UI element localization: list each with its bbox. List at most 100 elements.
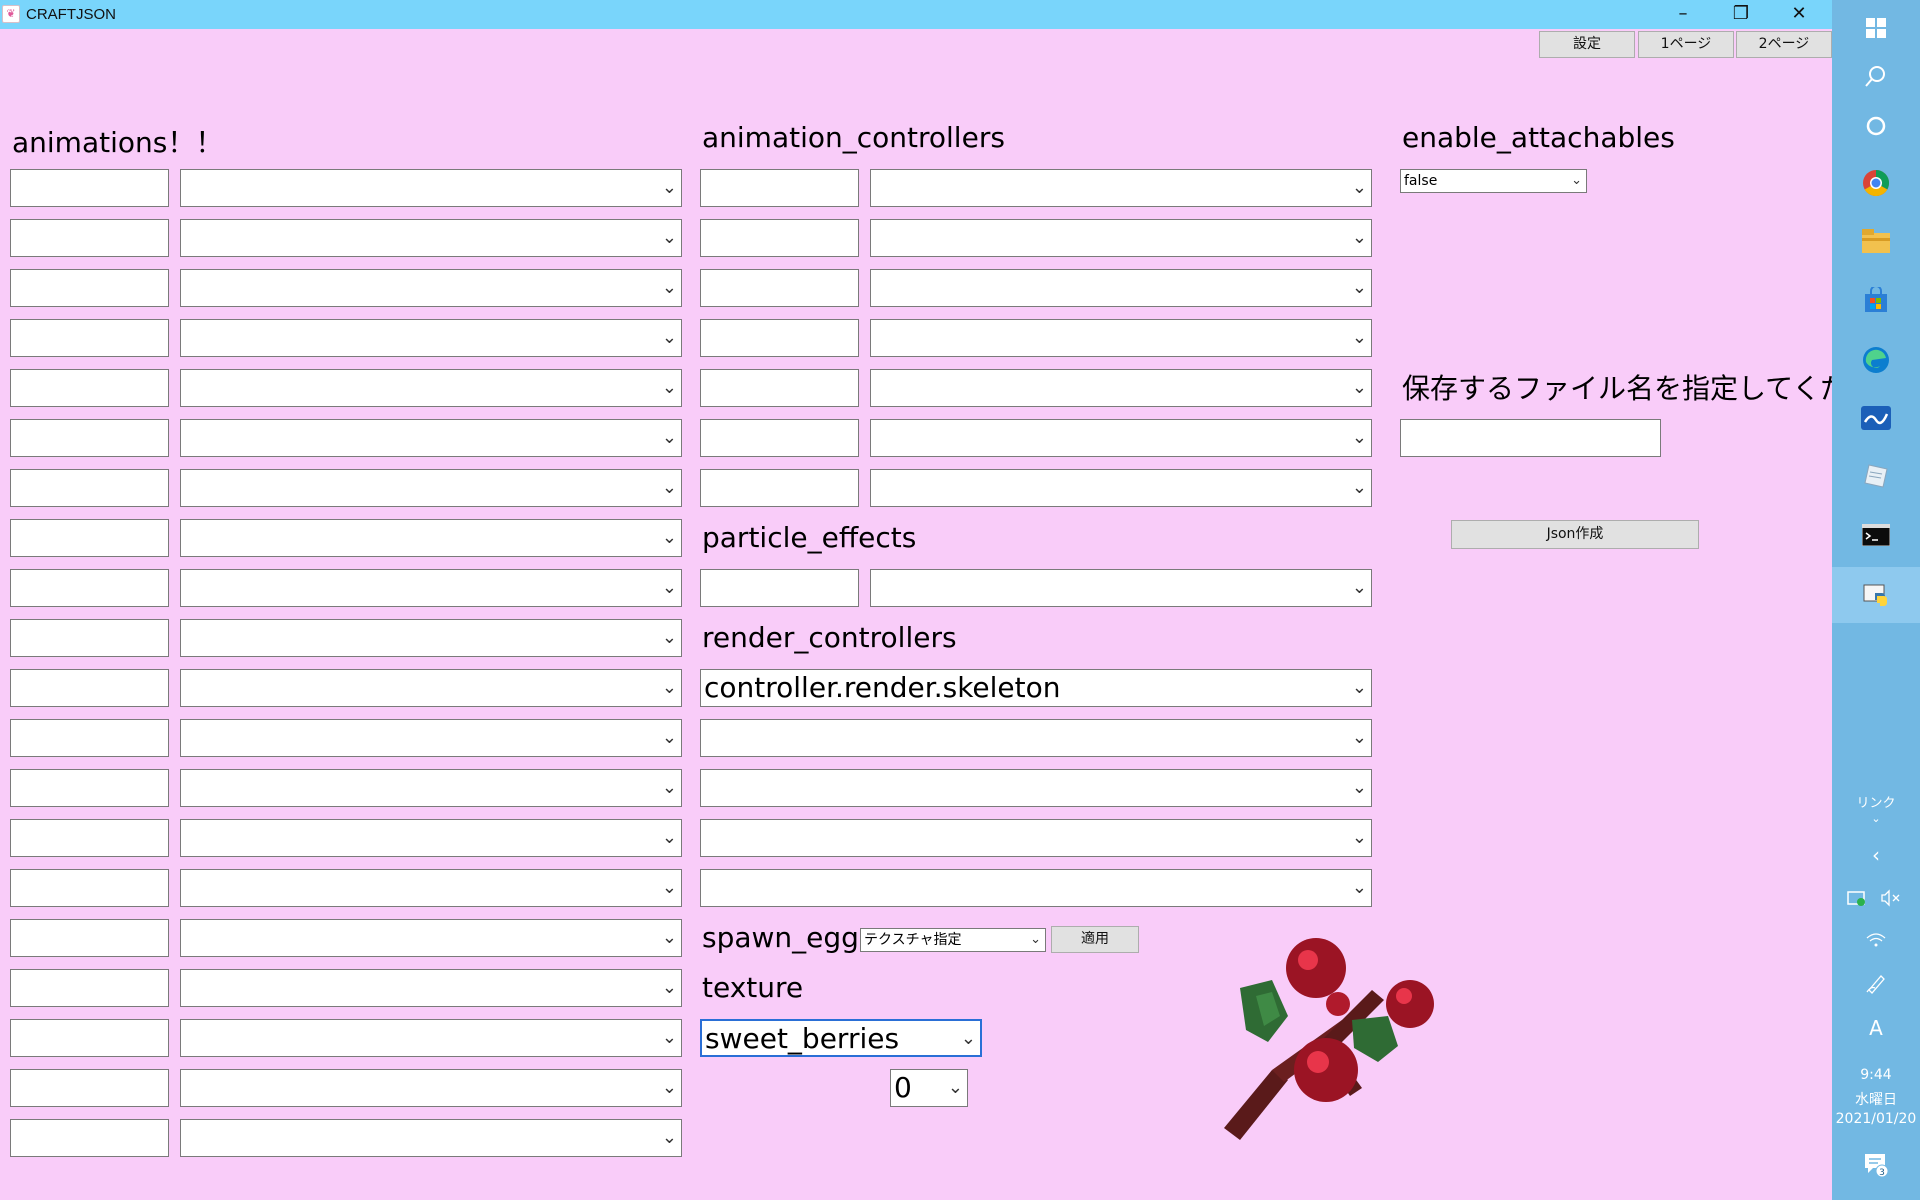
texture-index-select[interactable]: 0 ⌄ — [890, 1069, 968, 1107]
animation-key-input[interactable] — [10, 419, 169, 457]
animation-select[interactable]: ⌄ — [180, 369, 682, 407]
animation-key-input[interactable] — [10, 619, 169, 657]
animation-select[interactable]: ⌄ — [180, 569, 682, 607]
render-controller-select-5[interactable]: ⌄ — [700, 869, 1372, 907]
animation-select[interactable]: ⌄ — [180, 869, 682, 907]
animation-select[interactable]: ⌄ — [180, 1119, 682, 1157]
animation-select[interactable]: ⌄ — [180, 919, 682, 957]
render-controller-select-2[interactable]: ⌄ — [700, 719, 1372, 757]
chrome-icon[interactable] — [1832, 155, 1920, 211]
animation-controller-select[interactable]: ⌄ — [870, 269, 1372, 307]
store-icon[interactable] — [1832, 272, 1920, 328]
settings-button[interactable]: 設定 — [1539, 31, 1635, 58]
animation-controller-select[interactable]: ⌄ — [870, 469, 1372, 507]
chevron-down-icon: ⌄ — [661, 1077, 677, 1098]
animation-key-input[interactable] — [10, 819, 169, 857]
animation-controller-key-input[interactable] — [700, 219, 859, 257]
particle-effect-key-input[interactable] — [700, 569, 859, 607]
render-controller-select-1[interactable]: controller.render.skeleton ⌄ — [700, 669, 1372, 707]
chevron-down-icon: ⌄ — [1351, 677, 1367, 698]
chevron-down-icon: ⌄ — [661, 827, 677, 848]
chevron-double-down-icon[interactable]: ⌄ — [1832, 812, 1920, 825]
animation-key-input[interactable] — [10, 469, 169, 507]
animation-select[interactable]: ⌄ — [180, 219, 682, 257]
animation-key-input[interactable] — [10, 219, 169, 257]
animation-key-input[interactable] — [10, 369, 169, 407]
animation-select[interactable]: ⌄ — [180, 519, 682, 557]
animation-select[interactable]: ⌄ — [180, 319, 682, 357]
clock-date[interactable]: 2021/01/20 — [1832, 1111, 1920, 1127]
apply-button[interactable]: 適用 — [1051, 926, 1139, 953]
spawn-egg-heading: spawn_egg — [702, 921, 859, 954]
animation-key-input[interactable] — [10, 319, 169, 357]
page2-button[interactable]: 2ページ — [1736, 31, 1832, 58]
animation-controller-key-input[interactable] — [700, 169, 859, 207]
file-explorer-icon[interactable] — [1832, 213, 1920, 269]
animation-controller-key-input[interactable] — [700, 419, 859, 457]
python-icon[interactable] — [1832, 567, 1920, 623]
animation-controller-key-input[interactable] — [700, 469, 859, 507]
cortana-icon[interactable] — [1832, 98, 1920, 154]
filename-input[interactable] — [1400, 419, 1661, 457]
animation-select[interactable]: ⌄ — [180, 1069, 682, 1107]
animation-controller-select[interactable]: ⌄ — [870, 169, 1372, 207]
animation-select[interactable]: ⌄ — [180, 819, 682, 857]
minimize-button[interactable]: – — [1654, 0, 1712, 29]
animation-select[interactable]: ⌄ — [180, 269, 682, 307]
render-controller-select-4[interactable]: ⌄ — [700, 819, 1372, 857]
links-label[interactable]: リンク — [1832, 792, 1920, 811]
animation-key-input[interactable] — [10, 719, 169, 757]
animation-select[interactable]: ⌄ — [180, 969, 682, 1007]
json-create-button[interactable]: Json作成 — [1451, 520, 1699, 549]
animation-controller-key-input[interactable] — [700, 269, 859, 307]
notification-center-icon[interactable]: 3 — [1832, 1136, 1920, 1192]
animation-key-input[interactable] — [10, 969, 169, 1007]
animation-key-input[interactable] — [10, 669, 169, 707]
animation-controller-select[interactable]: ⌄ — [870, 219, 1372, 257]
notepad-icon[interactable] — [1832, 448, 1920, 504]
animation-key-input[interactable] — [10, 1069, 169, 1107]
animation-select[interactable]: ⌄ — [180, 669, 682, 707]
animation-controller-select[interactable]: ⌄ — [870, 319, 1372, 357]
page1-button[interactable]: 1ページ — [1638, 31, 1734, 58]
animation-key-input[interactable] — [10, 269, 169, 307]
animation-select[interactable]: ⌄ — [180, 419, 682, 457]
close-button[interactable]: ✕ — [1770, 0, 1828, 29]
animation-key-input[interactable] — [10, 769, 169, 807]
animation-key-input[interactable] — [10, 519, 169, 557]
texture-select[interactable]: sweet_berries ⌄ — [700, 1019, 982, 1057]
whiteboard-icon[interactable] — [1832, 390, 1920, 446]
clock-time[interactable]: 9:44 — [1832, 1067, 1920, 1083]
animation-key-input[interactable] — [10, 869, 169, 907]
terminal-icon[interactable] — [1832, 507, 1920, 563]
animation-select[interactable]: ⌄ — [180, 169, 682, 207]
animation-select[interactable]: ⌄ — [180, 1019, 682, 1057]
edge-icon[interactable] — [1832, 332, 1920, 388]
animation-controller-key-input[interactable] — [700, 369, 859, 407]
animation-key-input[interactable] — [10, 919, 169, 957]
animation-select[interactable]: ⌄ — [180, 769, 682, 807]
animation-select[interactable]: ⌄ — [180, 619, 682, 657]
animation-key-input[interactable] — [10, 569, 169, 607]
animation-controller-select[interactable]: ⌄ — [870, 419, 1372, 457]
particle-effect-select[interactable]: ⌄ — [870, 569, 1372, 607]
chevron-down-icon: ⌄ — [661, 527, 677, 548]
spawn-egg-select[interactable]: テクスチャ指定 ⌄ — [860, 928, 1046, 952]
chevron-left-icon[interactable]: ‹ — [1832, 843, 1920, 867]
network-and-volume-icons[interactable] — [1846, 888, 1906, 908]
animation-key-input[interactable] — [10, 1019, 169, 1057]
animation-controller-select[interactable]: ⌄ — [870, 369, 1372, 407]
pen-icon[interactable] — [1832, 955, 1920, 1011]
restore-button[interactable]: ❐ — [1712, 0, 1770, 29]
animation-key-input[interactable] — [10, 169, 169, 207]
animation-controller-key-input[interactable] — [700, 319, 859, 357]
clock-weekday[interactable]: 水曜日 — [1832, 1089, 1920, 1109]
ime-indicator[interactable]: A — [1832, 1016, 1920, 1040]
search-icon[interactable] — [1832, 48, 1920, 104]
animation-select[interactable]: ⌄ — [180, 469, 682, 507]
animation-select[interactable]: ⌄ — [180, 719, 682, 757]
render-controller-select-3[interactable]: ⌄ — [700, 769, 1372, 807]
enable-attachables-select[interactable]: false ⌄ — [1400, 169, 1587, 193]
animation-key-input[interactable] — [10, 1119, 169, 1157]
chevron-down-icon: ⌄ — [661, 1127, 677, 1148]
